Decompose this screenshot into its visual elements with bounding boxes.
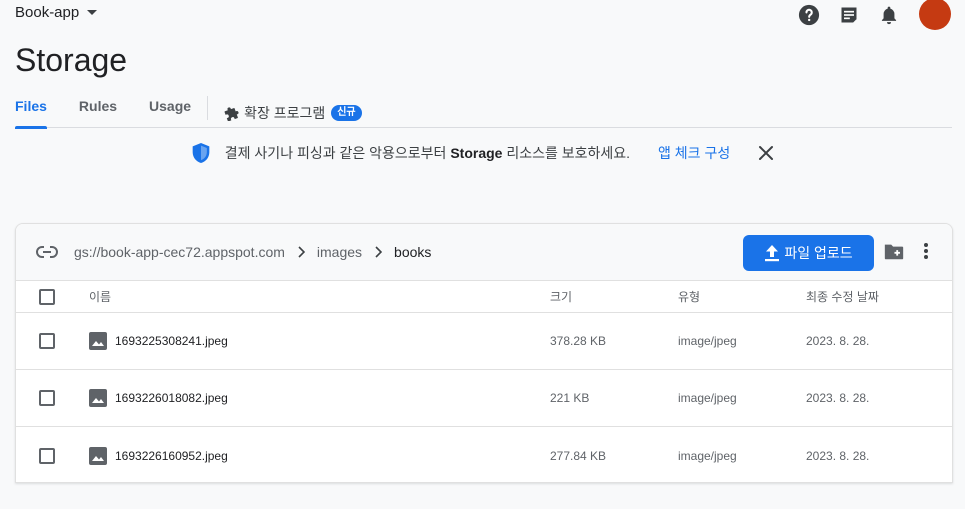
- file-modified: 2023. 8. 28.: [806, 334, 870, 348]
- top-bar: Book-app: [0, 0, 965, 30]
- file-type: image/jpeg: [678, 391, 737, 405]
- close-icon[interactable]: [758, 145, 774, 161]
- upload-file-button[interactable]: 파일 업로드: [743, 235, 874, 271]
- banner-message-text: 결제 사기나 피싱과 같은 악용으로부터: [224, 145, 451, 161]
- help-icon[interactable]: [797, 3, 821, 27]
- project-selector[interactable]: Book-app: [15, 4, 98, 21]
- file-name[interactable]: 1693226160952.jpeg: [115, 449, 228, 463]
- column-header-size[interactable]: 크기: [550, 288, 572, 305]
- browser-toolbar: gs://book-app-cec72.appspot.com images b…: [16, 224, 952, 281]
- new-badge: 신규: [331, 105, 362, 121]
- row-checkbox[interactable]: [39, 390, 55, 406]
- tab-extensions-label: 확장 프로그램: [244, 105, 326, 121]
- image-icon: [89, 332, 107, 350]
- column-header-type[interactable]: 유형: [678, 288, 700, 305]
- file-browser: gs://book-app-cec72.appspot.com images b…: [15, 223, 953, 483]
- column-header-modified[interactable]: 최종 수정 날짜: [806, 288, 879, 305]
- link-icon[interactable]: [36, 246, 58, 258]
- tab-bar: Files Rules Usage 확장 프로그램 신규: [15, 92, 952, 129]
- tab-divider: [207, 96, 209, 120]
- table-header: 이름 크기 유형 최종 수정 날짜: [16, 281, 952, 313]
- banner-message-bold: Storage: [450, 145, 503, 161]
- table-row[interactable]: 1693226160952.jpeg 277.84 KB image/jpeg …: [16, 427, 952, 482]
- file-modified: 2023. 8. 28.: [806, 448, 870, 463]
- file-size: 221 KB: [550, 391, 590, 405]
- file-name[interactable]: 1693226018082.jpeg: [115, 391, 228, 405]
- tab-usage[interactable]: Usage: [149, 92, 191, 128]
- file-name-cell: 1693226160952.jpeg: [89, 446, 228, 465]
- upload-file-label: 파일 업로드: [784, 245, 853, 261]
- banner-message-text-end: 리소스를 보호하세요.: [502, 145, 631, 161]
- select-all-checkbox[interactable]: [39, 288, 55, 305]
- column-header-name[interactable]: 이름: [89, 288, 111, 305]
- table-row[interactable]: 1693226018082.jpeg 221 KB image/jpeg 202…: [16, 370, 952, 427]
- file-type: image/jpeg: [678, 334, 737, 348]
- upload-icon: [764, 244, 780, 262]
- row-checkbox[interactable]: [39, 333, 55, 349]
- file-size: 378.28 KB: [550, 334, 607, 348]
- banner-message: 결제 사기나 피싱과 같은 악용으로부터 Storage 리소스를 보호하세요.: [225, 143, 630, 163]
- extension-icon: [224, 105, 240, 121]
- file-name-cell: 1693226018082.jpeg: [89, 389, 228, 407]
- feedback-icon[interactable]: [837, 3, 861, 27]
- file-name[interactable]: 1693225308241.jpeg: [115, 334, 228, 348]
- breadcrumb-books: books: [394, 244, 432, 260]
- avatar[interactable]: [919, 0, 951, 30]
- tab-extensions[interactable]: 확장 프로그램 신규: [224, 92, 362, 128]
- breadcrumb-bucket[interactable]: gs://book-app-cec72.appspot.com: [74, 244, 285, 260]
- file-name-cell: 1693225308241.jpeg: [89, 332, 228, 350]
- breadcrumb-images[interactable]: images: [317, 244, 362, 260]
- app-check-banner: 결제 사기나 피싱과 같은 악용으로부터 Storage 리소스를 보호하세요.…: [0, 140, 965, 166]
- file-size: 277.84 KB: [550, 448, 607, 463]
- notifications-icon[interactable]: [877, 3, 901, 27]
- configure-app-check-link[interactable]: 앱 체크 구성: [658, 143, 730, 163]
- project-name: Book-app: [15, 4, 80, 21]
- tab-rules[interactable]: Rules: [79, 92, 117, 128]
- file-modified: 2023. 8. 28.: [806, 391, 870, 405]
- image-icon: [89, 389, 107, 407]
- row-checkbox[interactable]: [39, 447, 55, 464]
- breadcrumb: gs://book-app-cec72.appspot.com images b…: [74, 244, 431, 260]
- more-vert-icon[interactable]: [923, 241, 929, 261]
- table-row[interactable]: 1693225308241.jpeg 378.28 KB image/jpeg …: [16, 313, 952, 370]
- chevron-right-icon: [297, 246, 305, 258]
- tab-files[interactable]: Files: [15, 92, 47, 129]
- chevron-right-icon: [374, 246, 383, 258]
- shield-icon: [191, 142, 211, 164]
- header-actions: [781, 0, 951, 30]
- add-folder-icon[interactable]: [883, 241, 905, 261]
- file-type: image/jpeg: [678, 448, 737, 463]
- image-icon: [89, 446, 107, 465]
- page-title: Storage: [15, 42, 128, 78]
- chevron-down-icon: [87, 10, 98, 15]
